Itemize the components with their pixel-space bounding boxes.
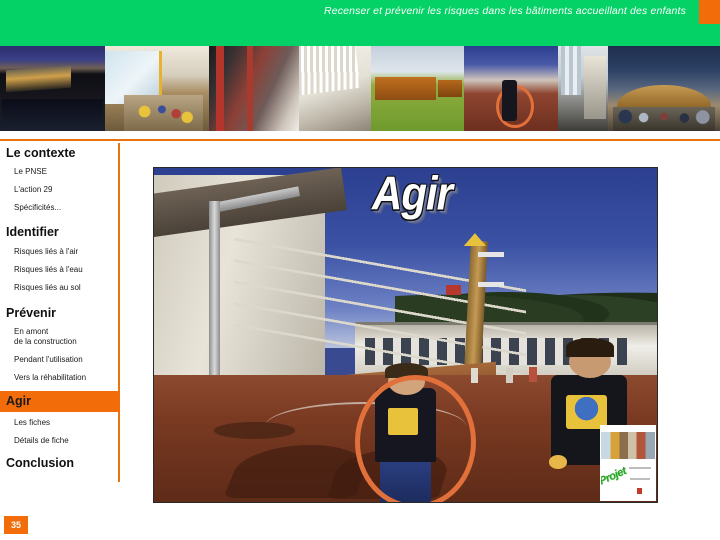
slide-number: 35 [4,516,28,534]
child-right-hair [566,338,614,357]
sidebar-item-pendant-l-utilisation[interactable]: Pendant l'utilisation [0,351,118,369]
sidebar-item-en-amont-de-la-construction[interactable]: En amont de la construction [0,323,118,351]
thumbnail-text-line-2 [630,477,650,480]
child-right-hand [548,455,567,469]
slide-header: Recenser et prévenir les risques dans le… [0,0,720,46]
orange-hula-hoop [355,375,476,502]
downpipe [209,201,221,396]
distant-child-3 [506,368,514,384]
strip-image-pavillon-bois-courbe [608,46,720,131]
sidebar-item-risques-eau[interactable]: Risques liés à l'eau [0,261,118,279]
photo-strip [0,46,720,131]
manhole-cover [214,421,295,439]
mast-crossbar-lower [478,281,504,287]
header-accent-square [699,0,720,24]
child-right-sweater-logo [566,395,607,429]
sidebar-item-details-de-fiche[interactable]: Détails de fiche [0,432,118,450]
distant-child-2 [470,368,478,384]
sidebar-item-risques-sol[interactable]: Risques liés au sol [0,279,118,297]
thumbnail-color-mark [636,488,643,495]
sidebar-item-specificites[interactable]: Spécificités... [0,199,118,217]
strip-image-ecole-bord-de-l-eau [0,46,106,131]
mast-crossbar-upper [478,251,504,257]
sidebar-item-vers-la-rehabilitation[interactable]: Vers la réhabilitation [0,369,118,387]
sidebar-section-agir[interactable]: Agir [0,391,120,412]
header-divider [0,139,720,141]
strip-image-enfant-au-cerceau [464,46,558,131]
strip-image-atrium-escalier [557,46,609,131]
page-title: Recenser et prévenir les risques dans le… [323,5,686,17]
sidebar-section-conclusion[interactable]: Conclusion [0,453,118,473]
strip-image-batiment-modulaire-bois [370,46,465,131]
sidebar-item-l-action-29[interactable]: L'action 29 [0,181,118,199]
sidebar-item-risques-air[interactable]: Risques liés à l'air [0,243,118,261]
brochure-thumbnail[interactable]: Projet [600,425,656,501]
strip-image-verriere-blanche [298,46,371,131]
sidebar-item-le-pnse[interactable]: Le PNSE [0,163,118,181]
distant-child-4 [528,366,537,383]
wordart-title-agir: Agir [372,167,453,220]
sidebar-section-prevenir[interactable]: Prévenir [0,303,118,323]
strip-image-salle-de-classe [105,46,209,131]
sidebar-section-identifier[interactable]: Identifier [0,222,118,242]
sidebar-navigation: Le contexte Le PNSE L'action 29 Spécific… [0,143,120,482]
strip-image-facade-acier-rouge [208,46,299,131]
sidebar-section-le-contexte[interactable]: Le contexte [0,143,118,163]
mast-red-detail [445,284,461,295]
sidebar-item-les-fiches[interactable]: Les fiches [0,414,118,432]
